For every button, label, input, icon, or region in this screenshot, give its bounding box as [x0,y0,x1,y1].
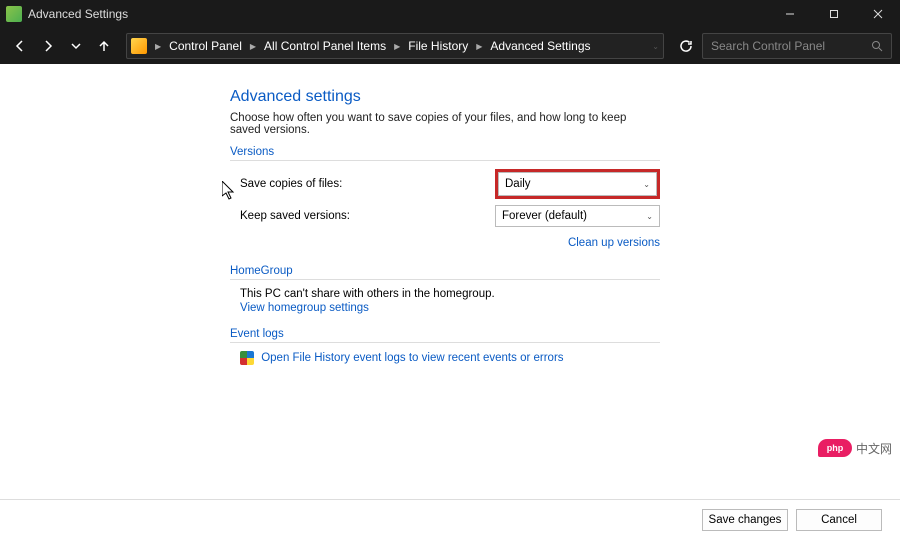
save-copies-select[interactable]: Daily ⌄ [498,172,657,196]
save-copies-value: Daily [505,178,531,190]
homegroup-section-label: HomeGroup [230,265,660,280]
watermark: php 中文网 [818,439,892,457]
save-copies-label: Save copies of files: [230,178,495,190]
maximize-button[interactable] [812,0,856,28]
footer: Save changes Cancel [0,499,900,539]
keep-versions-value: Forever (default) [502,210,587,222]
save-button[interactable]: Save changes [702,509,788,531]
versions-section-label: Versions [230,146,660,161]
chevron-down-icon[interactable]: ⌄ [652,42,659,51]
homegroup-link[interactable]: View homegroup settings [240,302,369,314]
chevron-right-icon: ▶ [248,42,258,51]
chevron-down-icon: ⌄ [643,180,650,189]
forward-button[interactable] [36,34,60,58]
chevron-right-icon: ▶ [153,42,163,51]
watermark-text: 中文网 [856,440,892,457]
breadcrumb-item[interactable]: All Control Panel Items [260,39,390,53]
eventlogs-section-label: Event logs [230,328,660,343]
minimize-button[interactable] [768,0,812,28]
folder-icon [131,38,147,54]
page-title: Advanced settings [230,88,660,106]
save-copies-highlight: Daily ⌄ [495,169,660,199]
homegroup-text: This PC can't share with others in the h… [230,288,660,300]
breadcrumb-item[interactable]: Control Panel [165,39,246,53]
content-area: Advanced settings Choose how often you w… [0,64,900,499]
search-box[interactable] [702,33,892,59]
cleanup-versions-link[interactable]: Clean up versions [568,237,660,249]
search-input[interactable] [711,39,871,53]
close-button[interactable] [856,0,900,28]
search-icon [871,40,883,52]
breadcrumb-item[interactable]: Advanced Settings [486,39,594,53]
cancel-button[interactable]: Cancel [796,509,882,531]
keep-versions-select[interactable]: Forever (default) ⌄ [495,205,660,227]
keep-versions-label: Keep saved versions: [230,210,495,222]
eventlogs-link[interactable]: Open File History event logs to view rec… [261,352,563,364]
chevron-right-icon: ▶ [474,42,484,51]
up-button[interactable] [92,34,116,58]
back-button[interactable] [8,34,32,58]
address-bar[interactable]: ▶ Control Panel ▶ All Control Panel Item… [126,33,664,59]
watermark-logo: php [818,439,852,457]
app-icon [6,6,22,22]
navbar: ▶ Control Panel ▶ All Control Panel Item… [0,28,900,64]
window-title: Advanced Settings [28,7,128,21]
breadcrumb-item[interactable]: File History [404,39,472,53]
page-description: Choose how often you want to save copies… [230,112,660,136]
shield-icon [240,351,254,365]
titlebar: Advanced Settings [0,0,900,28]
refresh-button[interactable] [674,34,698,58]
chevron-down-icon: ⌄ [646,212,653,221]
chevron-right-icon: ▶ [392,42,402,51]
recent-button[interactable] [64,34,88,58]
